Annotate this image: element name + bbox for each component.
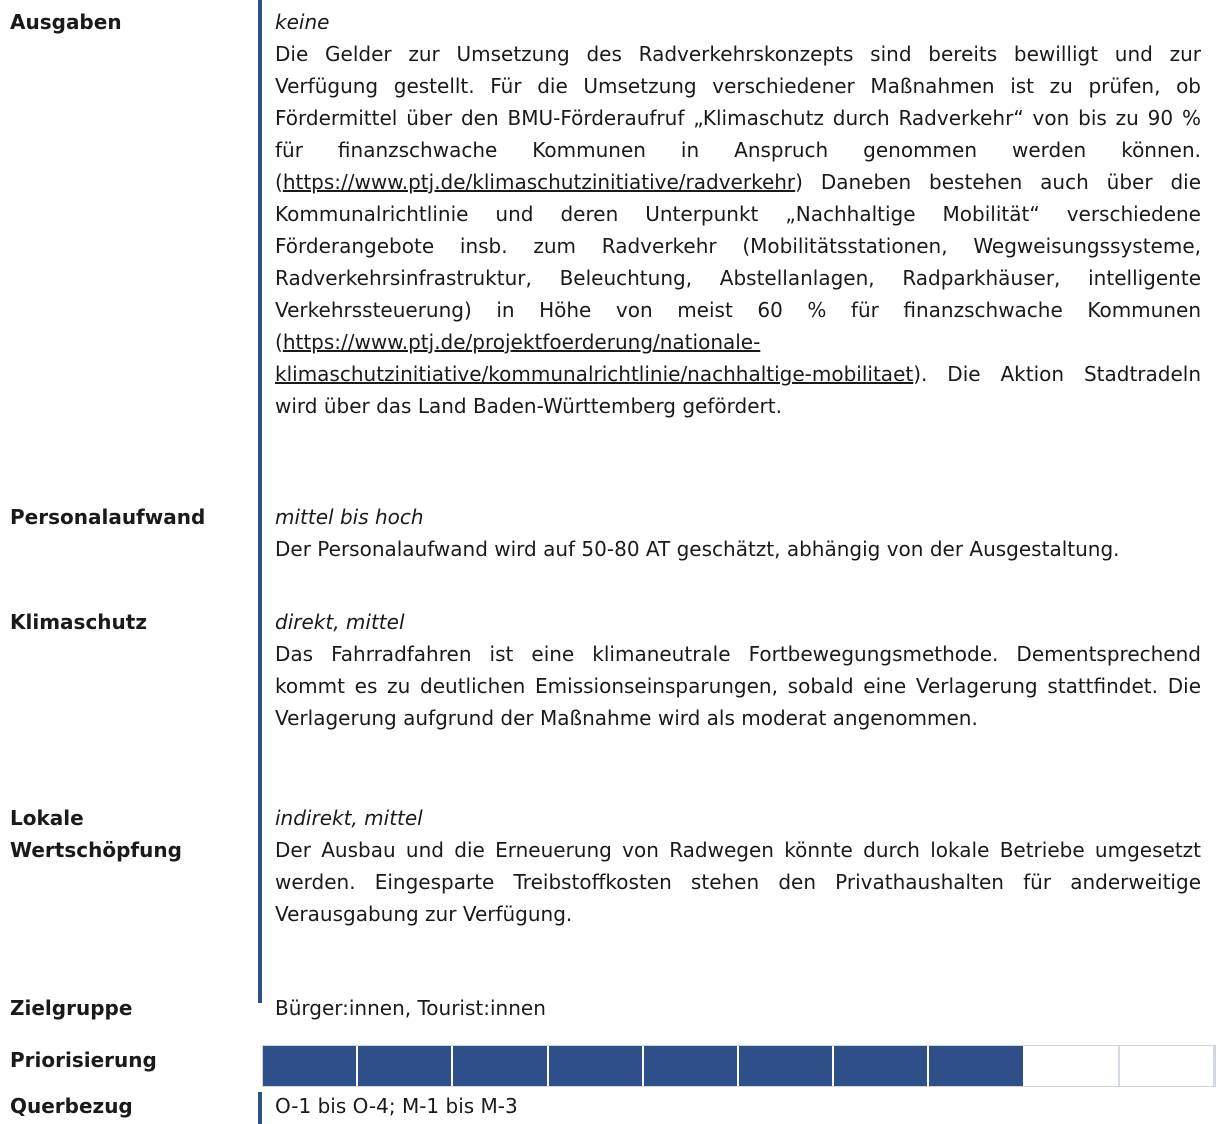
priority-cell <box>739 1046 835 1086</box>
klimaschutz-content: direkt, mittel Das Fahrradfahren ist ein… <box>275 606 1201 734</box>
ausgaben-content: keine Die Gelder zur Umsetzung des Radve… <box>275 6 1201 422</box>
label-lokale-wertschoepfung: Lokale Wertschöpfung <box>10 802 240 866</box>
priority-bar <box>262 1045 1216 1087</box>
label-klimaschutz: Klimaschutz <box>10 610 147 634</box>
zielgruppe-text: Bürger:innen, Tourist:innen <box>275 996 546 1020</box>
querbezug-text: O-1 bis O-4; M-1 bis M-3 <box>275 1094 518 1118</box>
label-querbezug: Querbezug <box>10 1094 133 1118</box>
divider-rule <box>258 0 262 1003</box>
label-priorisierung: Priorisierung <box>10 1048 157 1072</box>
priority-cell <box>834 1046 930 1086</box>
label-lokale: Lokale <box>10 806 84 830</box>
priority-cell <box>1119 1046 1216 1086</box>
ausgaben-rating: keine <box>275 10 330 34</box>
wertschoepfung-content: indirekt, mittel Der Ausbau und die Erne… <box>275 802 1201 930</box>
ausgaben-text: Die Gelder zur Umsetzung des Radverkehrs… <box>275 38 1201 422</box>
label-zielgruppe: Zielgruppe <box>10 996 133 1020</box>
link-kommunalrichtlinie[interactable]: https://www.ptj.de/projektfoerderung/nat… <box>275 330 913 386</box>
link-radverkehr[interactable]: https://www.ptj.de/klimaschutzinitiative… <box>283 170 795 194</box>
querbezug-content: O-1 bis O-4; M-1 bis M-3 <box>275 1090 1201 1122</box>
klimaschutz-text: Das Fahrradfahren ist eine klimaneutrale… <box>275 642 1201 730</box>
personalaufwand-rating: mittel bis hoch <box>275 505 424 529</box>
zielgruppe-content: Bürger:innen, Tourist:innen <box>275 992 1201 1024</box>
querbezug-rule <box>258 1092 262 1124</box>
ausgaben-text-part-2: ) Daneben bestehen auch über die Kommuna… <box>275 170 1201 354</box>
priority-cell <box>929 1046 1025 1086</box>
priority-cell <box>263 1046 359 1086</box>
priority-cell <box>453 1046 549 1086</box>
label-wertschoepfung: Wertschöpfung <box>10 838 182 862</box>
priority-cell <box>548 1046 644 1086</box>
label-ausgaben: Ausgaben <box>10 10 122 34</box>
personalaufwand-text: Der Personalaufwand wird auf 50-80 AT ge… <box>275 537 1120 561</box>
wertschoepfung-rating: indirekt, mittel <box>275 806 423 830</box>
personalaufwand-content: mittel bis hoch Der Personalaufwand wird… <box>275 501 1201 565</box>
priority-cell <box>358 1046 454 1086</box>
klimaschutz-rating: direkt, mittel <box>275 610 405 634</box>
priority-cell <box>1024 1046 1120 1086</box>
wertschoepfung-text: Der Ausbau und die Erneuerung von Radweg… <box>275 838 1201 926</box>
label-personalaufwand: Personalaufwand <box>10 505 206 529</box>
priority-cell <box>643 1046 740 1086</box>
